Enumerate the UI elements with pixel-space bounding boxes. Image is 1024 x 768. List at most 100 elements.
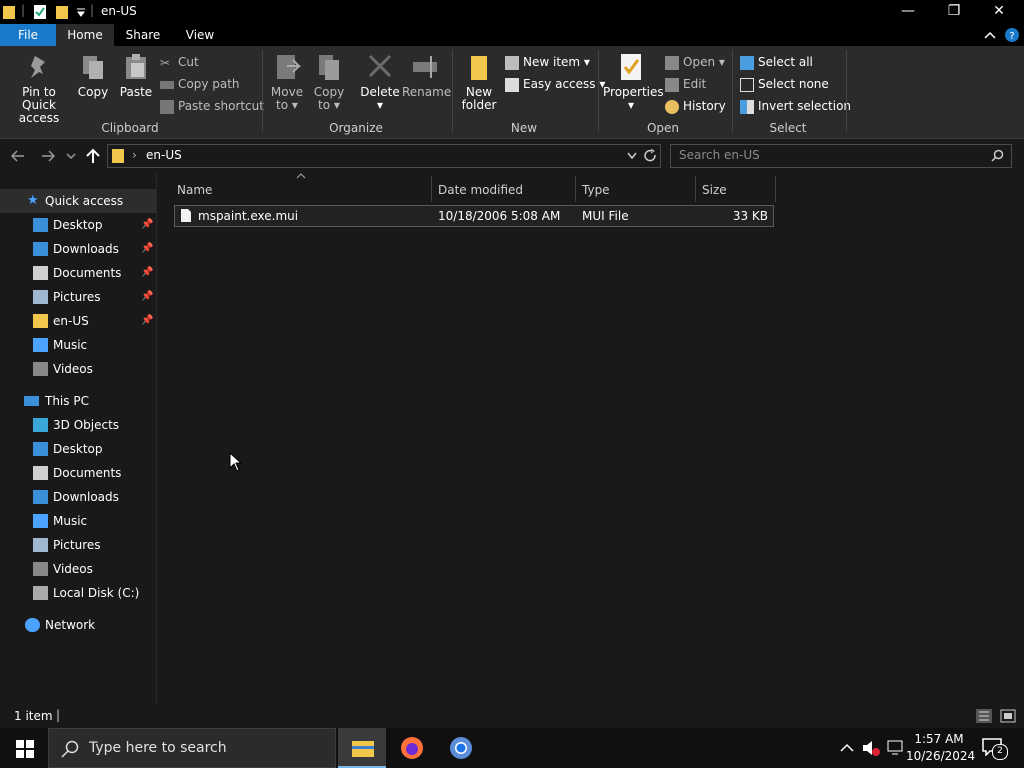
- table-row[interactable]: mspaint.exe.mui 10/18/2006 5:08 AM MUI F…: [174, 205, 774, 227]
- column-header-name[interactable]: Name: [177, 177, 212, 203]
- recent-locations-chevron-icon[interactable]: [66, 151, 76, 161]
- quick-access-item[interactable]: Music: [0, 333, 156, 357]
- rename-icon: [413, 56, 437, 78]
- invert-selection-button[interactable]: Invert selection: [740, 96, 851, 116]
- large-icons-view-icon[interactable]: [1000, 709, 1016, 723]
- copy-button[interactable]: Copy: [76, 52, 110, 99]
- properties-icon: [621, 54, 641, 80]
- column-header-date-modified[interactable]: Date modified: [438, 177, 523, 203]
- quick-access-item[interactable]: Downloads 📌: [0, 237, 156, 261]
- folder-icon: [3, 6, 15, 19]
- new-folder-button[interactable]: New folder: [458, 52, 500, 112]
- network-status-icon[interactable]: [887, 740, 905, 756]
- group-label-clipboard: Clipboard: [101, 121, 159, 135]
- tab-share[interactable]: Share: [114, 24, 172, 46]
- this-pc-item[interactable]: Desktop: [0, 437, 156, 461]
- computer-icon: [24, 396, 39, 406]
- this-pc-item[interactable]: Videos: [0, 557, 156, 581]
- properties-quick-icon[interactable]: [33, 4, 47, 20]
- videos-icon: [33, 562, 48, 576]
- address-dropdown-icon[interactable]: [627, 152, 637, 160]
- this-pc-item[interactable]: Downloads: [0, 485, 156, 509]
- details-view-icon[interactable]: [976, 709, 992, 723]
- collapse-ribbon-icon[interactable]: [983, 29, 997, 41]
- search-input[interactable]: Search en-US: [670, 144, 1012, 168]
- select-all-button[interactable]: Select all: [740, 52, 813, 72]
- move-to-icon: [277, 55, 301, 79]
- show-hidden-icons-chevron-icon[interactable]: [840, 743, 854, 753]
- copy-path-button[interactable]: Copy path: [160, 74, 240, 94]
- easy-access-button[interactable]: Easy access ▾: [505, 74, 605, 94]
- address-bar[interactable]: › en-US: [107, 144, 661, 168]
- column-header-type[interactable]: Type: [582, 177, 610, 203]
- column-header-size[interactable]: Size: [702, 177, 727, 203]
- status-bar: 1 item |: [0, 704, 1024, 728]
- local-disk-icon: [33, 586, 48, 600]
- edit-button[interactable]: Edit: [665, 74, 706, 94]
- delete-x-icon: [368, 54, 392, 78]
- volume-muted-icon[interactable]: [862, 740, 880, 756]
- quick-access-item[interactable]: Documents 📌: [0, 261, 156, 285]
- select-none-button[interactable]: Select none: [740, 74, 829, 94]
- taskbar-chrome[interactable]: [437, 728, 485, 768]
- clock-time[interactable]: 1:57 AM: [912, 732, 966, 746]
- svg-text:?: ?: [1009, 31, 1014, 42]
- back-arrow-icon[interactable]: [10, 149, 26, 163]
- nav-this-pc[interactable]: This PC: [0, 389, 156, 413]
- minimize-button[interactable]: —: [885, 0, 931, 24]
- cut-button[interactable]: ✂ Cut: [160, 52, 199, 72]
- file-icon: [181, 209, 191, 222]
- help-icon[interactable]: ?: [1004, 27, 1020, 43]
- breadcrumb-separator: ›: [132, 148, 137, 162]
- breadcrumb-current[interactable]: en-US: [146, 148, 182, 162]
- taskbar-firefox[interactable]: [388, 728, 436, 768]
- pin-to-quick-access-button[interactable]: Pin to Quick access: [4, 52, 74, 125]
- this-pc-item[interactable]: Pictures: [0, 533, 156, 557]
- rename-button[interactable]: Rename: [402, 52, 451, 99]
- history-button[interactable]: History: [665, 96, 726, 116]
- pin-icon: [31, 56, 45, 78]
- close-button[interactable]: ✕: [976, 0, 1022, 24]
- restore-button[interactable]: ❐: [931, 0, 977, 24]
- this-pc-item[interactable]: 3D Objects: [0, 413, 156, 437]
- copy-to-icon: [319, 55, 339, 80]
- open-button[interactable]: Open ▾: [665, 52, 725, 72]
- paste-shortcut-icon: [160, 99, 174, 114]
- nav-quick-access[interactable]: ★ Quick access: [0, 189, 156, 213]
- refresh-icon[interactable]: [644, 149, 657, 162]
- quick-access-item[interactable]: en-US 📌: [0, 309, 156, 333]
- taskbar-search-box[interactable]: Type here to search: [48, 728, 336, 768]
- nav-network[interactable]: Network: [0, 613, 156, 637]
- paste-icon: [126, 54, 146, 79]
- action-center-button[interactable]: 2: [982, 738, 1008, 760]
- pinned-icon: 📌: [141, 243, 154, 254]
- up-arrow-icon[interactable]: [85, 148, 101, 164]
- sort-ascending-icon: [296, 173, 306, 179]
- quick-access-item[interactable]: Desktop 📌: [0, 213, 156, 237]
- pictures-icon: [33, 538, 48, 552]
- edit-icon: [665, 77, 679, 92]
- customize-dropdown-icon[interactable]: [76, 6, 86, 18]
- tab-view[interactable]: View: [172, 24, 228, 46]
- file-type: MUI File: [582, 209, 629, 223]
- move-to-button[interactable]: Move to ▾: [268, 52, 306, 112]
- this-pc-item[interactable]: Music: [0, 509, 156, 533]
- delete-button[interactable]: Delete ▾: [360, 52, 400, 112]
- easy-access-icon: [505, 77, 519, 92]
- properties-button[interactable]: Properties ▾: [603, 52, 664, 112]
- new-item-button[interactable]: New item ▾: [505, 52, 590, 72]
- paste-shortcut-button[interactable]: Paste shortcut: [160, 96, 264, 116]
- this-pc-item[interactable]: Documents: [0, 461, 156, 485]
- paste-button[interactable]: Paste: [118, 52, 154, 99]
- tab-home[interactable]: Home: [56, 24, 114, 46]
- this-pc-item[interactable]: Local Disk (C:): [0, 581, 156, 605]
- tab-file[interactable]: File: [0, 24, 56, 46]
- forward-arrow-icon[interactable]: [40, 149, 56, 163]
- quick-access-item[interactable]: Pictures 📌: [0, 285, 156, 309]
- copy-to-button[interactable]: Copy to ▾: [310, 52, 348, 112]
- new-folder-quick-icon[interactable]: [55, 4, 69, 20]
- windows-start-icon[interactable]: [16, 740, 34, 758]
- taskbar-file-explorer[interactable]: [338, 728, 386, 768]
- quick-access-item[interactable]: Videos: [0, 357, 156, 381]
- clock-date[interactable]: 10/26/2024: [906, 749, 975, 763]
